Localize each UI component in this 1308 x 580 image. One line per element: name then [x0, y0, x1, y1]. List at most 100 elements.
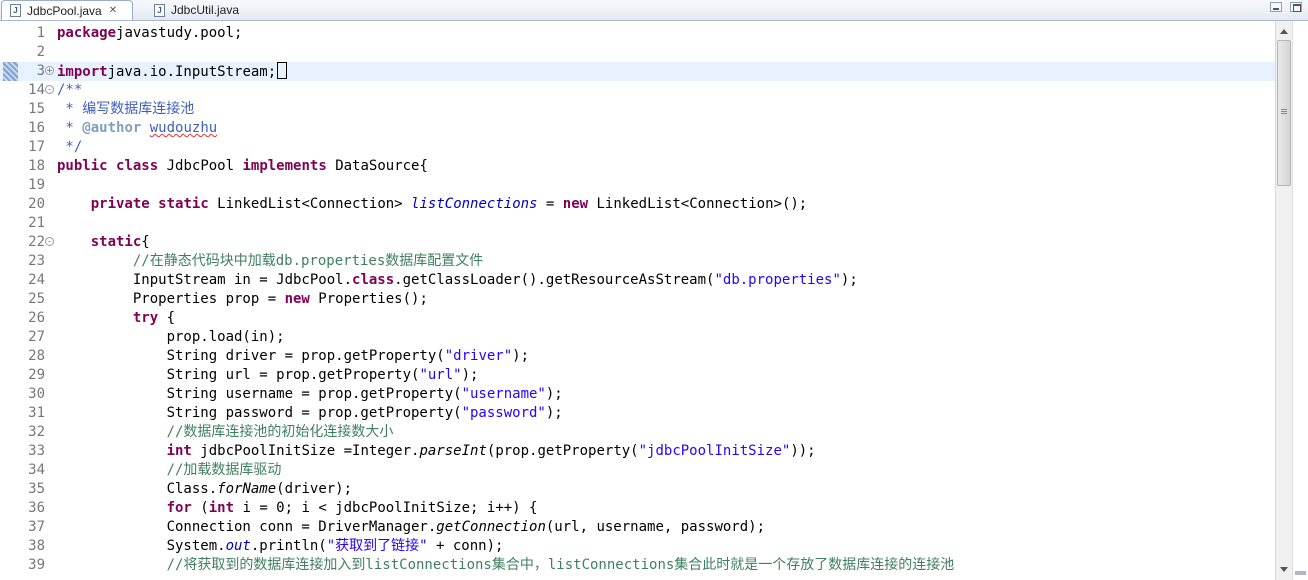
code-token: * — [57, 120, 83, 136]
code-token: javastudy.pool; — [116, 25, 243, 41]
editor-tab-bar: J JdbcPool.java ✕ J JdbcUtil.java — [0, 0, 1308, 21]
tab-jdbcpool-java[interactable]: J JdbcPool.java ✕ — [1, 0, 133, 20]
code-line[interactable]: 27 prop.load(in); — [0, 328, 1275, 347]
line-number: 20 — [28, 196, 45, 212]
code-line[interactable]: 16 * @author wudouzhu — [0, 119, 1275, 138]
tab-label: JdbcUtil.java — [171, 3, 240, 17]
code-token: jdbcPoolInitSize =Integer. — [191, 443, 420, 459]
code-editor[interactable]: 1 packagejavastudy.pool; 2 3 + importjava.io.… — [0, 21, 1275, 580]
expand-fold-icon[interactable]: + — [45, 66, 54, 75]
code-line[interactable]: 24 InputStream in = JdbcPool.class.getCl… — [0, 271, 1275, 290]
code-token: String password = prop.getProperty( — [57, 405, 462, 421]
code-line[interactable]: 3 + importjava.io.InputStream; — [0, 62, 1275, 81]
code-token: try — [132, 310, 159, 326]
line-number: 32 — [28, 424, 45, 440]
code-line[interactable]: 23 //在静态代码块中加载db.properties数据库配置文件 — [0, 252, 1275, 271]
code-text: //加载数据库驱动 — [57, 461, 282, 480]
code-token: (prop.getProperty( — [486, 443, 639, 459]
code-token: private — [90, 196, 150, 212]
code-line[interactable]: 29 String url = prop.getProperty("url"); — [0, 366, 1275, 385]
code-line[interactable]: 1 packagejavastudy.pool; — [0, 24, 1275, 43]
line-number: 1 — [36, 25, 45, 41]
line-number: 16 — [28, 120, 45, 136]
code-text: //数据库连接池的初始化连接数大小 — [57, 423, 394, 442]
scroll-up-icon[interactable] — [1280, 29, 1288, 34]
code-line[interactable]: 17 */ — [0, 138, 1275, 157]
code-line[interactable]: 19 — [0, 176, 1275, 195]
code-line[interactable]: 39 //将获取到的数据库连接加入到listConnections集合中，lis… — [0, 556, 1275, 575]
code-token: class — [116, 158, 159, 174]
code-line[interactable]: 34 //加载数据库驱动 — [0, 461, 1275, 480]
code-text: static{ — [57, 233, 150, 252]
line-number: 23 — [28, 253, 45, 269]
code-line[interactable]: 38 System.out.println("获取到了链接" + conn); — [0, 537, 1275, 556]
code-text: Properties prop = new Properties(); — [57, 290, 428, 309]
code-token: //数据库连接池的初始化连接数大小 — [166, 424, 394, 440]
code-token: .println( — [250, 538, 327, 554]
code-line[interactable]: 32 //数据库连接池的初始化连接数大小 — [0, 423, 1275, 442]
line-number: 28 — [28, 348, 45, 364]
scrollbar-thumb[interactable] — [1277, 40, 1291, 186]
overview-ruler — [1292, 21, 1308, 580]
code-text: String password = prop.getProperty("pass… — [57, 404, 563, 423]
code-token: "username" — [461, 386, 546, 402]
code-text: String username = prop.getProperty("user… — [57, 385, 563, 404]
code-token: java.io.InputStream; — [107, 64, 277, 80]
code-line[interactable]: 35 Class.forName(driver); — [0, 480, 1275, 499]
code-token: * 编写数据库连接池 — [57, 101, 195, 117]
line-number: 39 — [28, 557, 45, 573]
code-line[interactable]: 36 for (int i = 0; i < jdbcPoolInitSize;… — [0, 499, 1275, 518]
code-line[interactable]: 18 public class JdbcPool implements DataS… — [0, 157, 1275, 176]
code-text: /** — [57, 81, 82, 100]
code-line[interactable]: 20 private static LinkedList<Connection>… — [0, 195, 1275, 214]
code-token: public — [57, 158, 108, 174]
code-token: String url = prop.getProperty( — [57, 367, 420, 383]
code-token: wudouzhu — [149, 120, 218, 136]
collapse-fold-icon[interactable]: - — [45, 237, 54, 246]
code-text: Class.forName(driver); — [57, 480, 352, 499]
scroll-down-icon[interactable] — [1280, 567, 1288, 572]
code-token: out — [225, 538, 251, 554]
code-line[interactable]: 31 String password = prop.getProperty("p… — [0, 404, 1275, 423]
code-token: = — [537, 196, 563, 212]
line-number: 2 — [36, 44, 45, 60]
minimize-button[interactable] — [1270, 2, 1282, 12]
code-token: static — [90, 234, 142, 250]
collapse-fold-icon[interactable]: - — [45, 85, 54, 94]
code-line[interactable]: 14-/** — [0, 81, 1275, 100]
code-line[interactable]: 21 — [0, 214, 1275, 233]
code-line[interactable]: 22- static{ — [0, 233, 1275, 252]
code-token: listConnections — [411, 196, 538, 212]
code-token: InputStream in = JdbcPool. — [57, 272, 353, 288]
line-number: 29 — [28, 367, 45, 383]
code-line[interactable]: 28 String driver = prop.getProperty("dri… — [0, 347, 1275, 366]
code-token: "获取到了链接" — [326, 538, 428, 554]
line-number: 24 — [28, 272, 45, 288]
code-token: LinkedList<Connection>(); — [588, 196, 808, 212]
tab-jdbcutil-java[interactable]: J JdbcUtil.java — [146, 0, 296, 20]
code-token: */ — [57, 139, 83, 155]
code-text: prop.load(in); — [57, 328, 285, 347]
line-number: 3 — [36, 63, 45, 79]
code-token: implements — [242, 158, 327, 174]
maximize-button[interactable] — [1290, 2, 1302, 12]
code-text: packagejavastudy.pool; — [57, 24, 242, 43]
code-line[interactable]: 26 try { — [0, 309, 1275, 328]
code-line[interactable]: 30 String username = prop.getProperty("u… — [0, 385, 1275, 404]
code-token: { — [141, 234, 150, 250]
code-token: LinkedList<Connection> — [208, 196, 412, 212]
vertical-scrollbar[interactable] — [1275, 21, 1292, 580]
close-icon[interactable]: ✕ — [109, 5, 117, 16]
code-line[interactable]: 37 Connection conn = DriverManager.getCo… — [0, 518, 1275, 537]
code-line[interactable]: 2 — [0, 43, 1275, 62]
line-number: 31 — [28, 405, 45, 421]
code-line[interactable]: 33 int jdbcPoolInitSize =Integer.parseIn… — [0, 442, 1275, 461]
code-text: importjava.io.InputStream; — [57, 62, 288, 82]
code-token: ); — [545, 405, 563, 421]
code-token: ); — [461, 367, 479, 383]
code-line[interactable]: 25 Properties prop = new Properties(); — [0, 290, 1275, 309]
code-line[interactable]: 15 * 编写数据库连接池 — [0, 100, 1275, 119]
